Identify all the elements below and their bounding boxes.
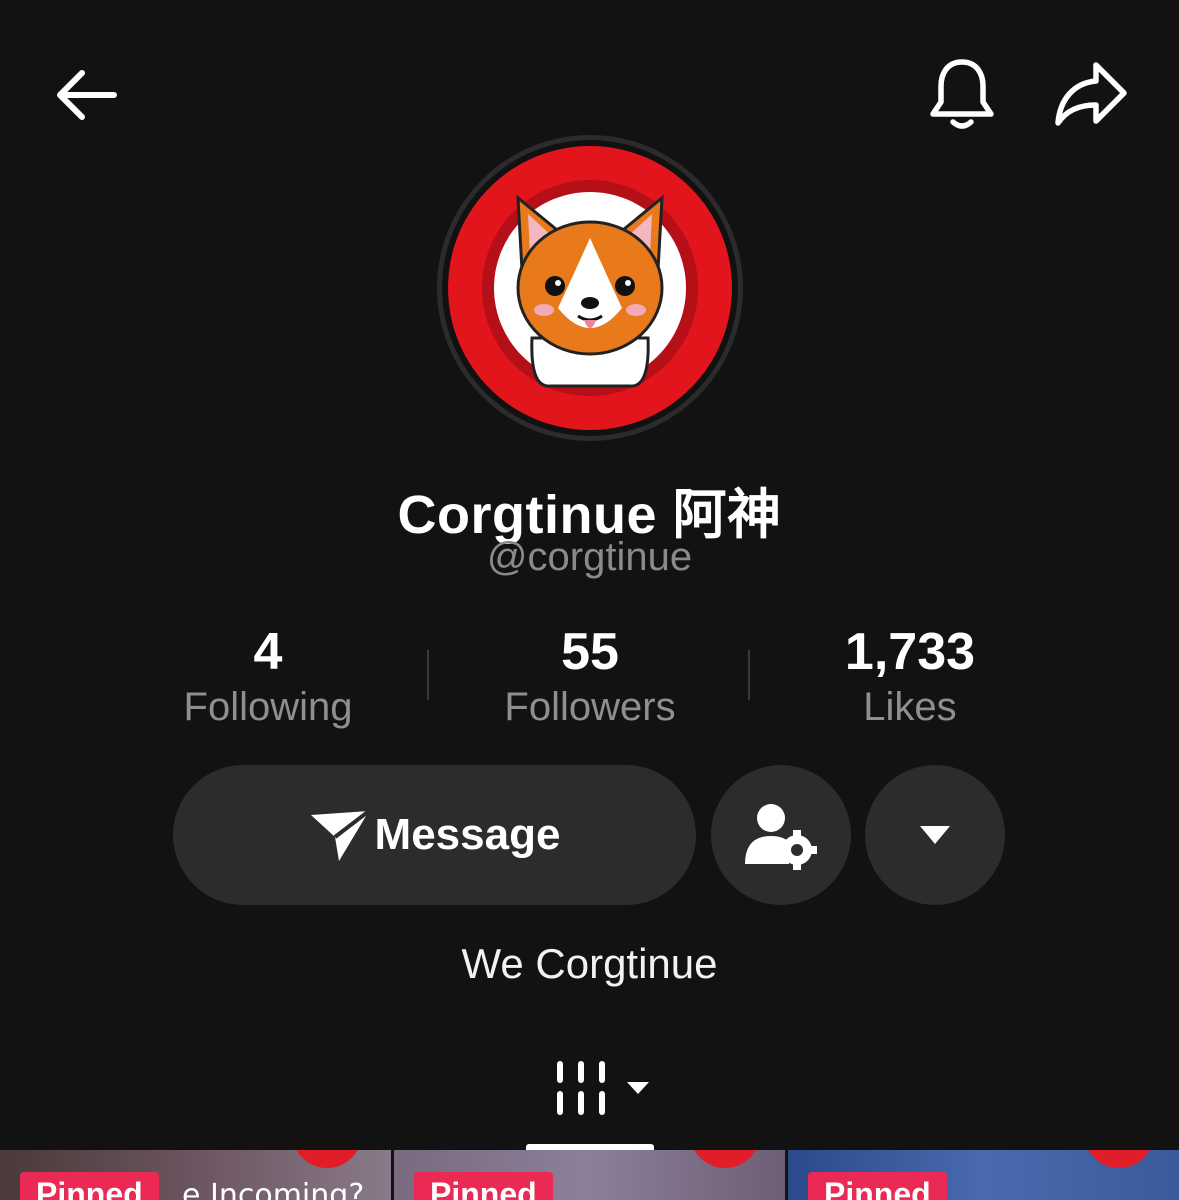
followers-stat[interactable]: 55 Followers bbox=[440, 620, 740, 730]
corgi-logo-avatar bbox=[442, 140, 738, 436]
thumbnail-logo-fragment bbox=[292, 1150, 362, 1168]
likes-label: Likes bbox=[863, 685, 957, 729]
back-button[interactable] bbox=[40, 55, 130, 135]
username-handle: @corgtinue bbox=[486, 535, 693, 579]
bell-icon bbox=[930, 59, 994, 129]
video-grid: e Incoming? Pinned Pinned Pinned bbox=[0, 1150, 1179, 1200]
video-caption: e Incoming? bbox=[182, 1178, 365, 1200]
caret-down-icon bbox=[627, 1081, 649, 1094]
likes-stat[interactable]: 1,733 Likes bbox=[760, 620, 1060, 730]
likes-count: 1,733 bbox=[844, 623, 976, 681]
pinned-badge: Pinned bbox=[414, 1172, 553, 1200]
thumbnail-logo-fragment bbox=[1084, 1150, 1154, 1168]
arrow-left-icon bbox=[57, 70, 117, 120]
grid-columns-icon bbox=[557, 1060, 605, 1115]
stat-divider bbox=[748, 650, 750, 700]
person-gear-icon bbox=[745, 804, 817, 870]
avatar[interactable] bbox=[437, 135, 743, 441]
pinned-badge: Pinned bbox=[20, 1172, 159, 1200]
caret-down-icon bbox=[920, 826, 950, 844]
paper-plane-icon bbox=[310, 809, 370, 861]
thumbnail-logo-fragment bbox=[690, 1150, 760, 1168]
share-button[interactable] bbox=[1046, 52, 1136, 136]
message-button[interactable]: Message bbox=[173, 765, 696, 905]
video-thumbnail[interactable]: Pinned bbox=[788, 1150, 1179, 1200]
more-options-button[interactable] bbox=[865, 765, 1005, 905]
following-count: 4 bbox=[253, 623, 283, 681]
followers-label: Followers bbox=[504, 685, 676, 729]
following-stat[interactable]: 4 Following bbox=[118, 620, 418, 730]
profile-bio: We Corgtinue bbox=[461, 940, 718, 987]
notification-button[interactable] bbox=[920, 52, 1004, 136]
video-thumbnail[interactable]: Pinned bbox=[394, 1150, 785, 1200]
followers-count: 55 bbox=[561, 623, 619, 681]
following-label: Following bbox=[183, 685, 353, 729]
stat-divider bbox=[427, 650, 429, 700]
video-thumbnail[interactable]: e Incoming? Pinned bbox=[0, 1150, 391, 1200]
tab-videos[interactable] bbox=[548, 1055, 658, 1120]
message-label: Message bbox=[374, 810, 561, 859]
profile-settings-button[interactable] bbox=[711, 765, 851, 905]
share-arrow-icon bbox=[1055, 62, 1127, 126]
pinned-badge: Pinned bbox=[808, 1172, 947, 1200]
